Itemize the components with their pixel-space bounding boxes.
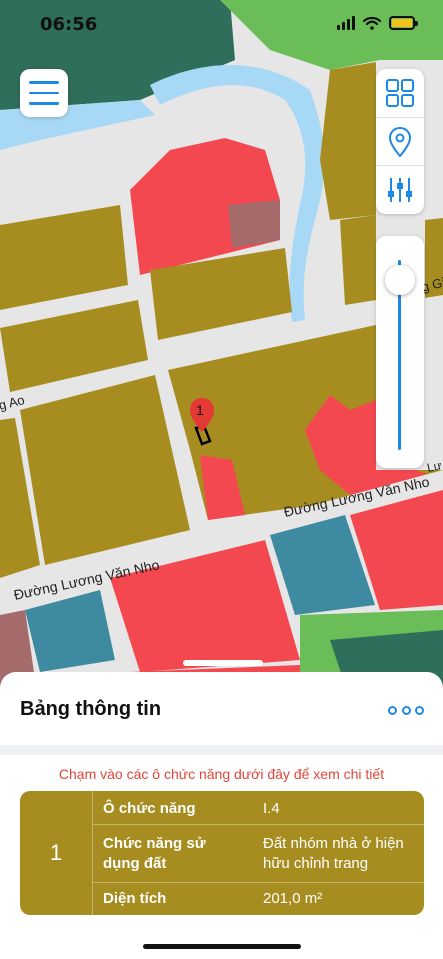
more-dots-icon[interactable] — [388, 700, 424, 720]
panel-divider — [0, 745, 443, 755]
sheet-grabber[interactable] — [183, 660, 263, 666]
status-bar: 06:56 — [0, 0, 443, 50]
row-value: 201,0 m² — [263, 890, 323, 907]
marker-number: 1 — [196, 402, 204, 418]
row-value: I.4 — [263, 800, 280, 817]
zoom-thumb[interactable] — [385, 265, 415, 295]
grid-layers-icon[interactable] — [376, 69, 424, 117]
road-label-lu: Lư — [426, 458, 443, 475]
sliders-icon[interactable] — [376, 165, 424, 213]
function-cell-card[interactable]: 1 Ô chức năng I.4 Chức năng sử dụng đất … — [20, 791, 424, 915]
home-indicator — [143, 944, 301, 949]
panel-hint: Chạm vào các ô chức năng dưới đây để xem… — [58, 766, 385, 782]
info-panel: Bảng thông tin Chạm vào các ô chức năng … — [0, 672, 443, 959]
row-label: Ô chức năng — [103, 800, 196, 817]
card-row-land-use: Chức năng sử dụng đất Đất nhóm nhà ở hiệ… — [93, 825, 424, 883]
hamburger-menu-icon[interactable] — [20, 69, 68, 117]
row-value: Đất nhóm nhà ở hiện hữu chỉnh trang — [263, 835, 404, 872]
cellular-signal-icon — [337, 16, 355, 30]
zoom-slider[interactable] — [376, 236, 424, 468]
map-tools — [376, 69, 424, 214]
status-time: 06:56 — [40, 14, 98, 35]
wifi-icon — [363, 16, 381, 30]
panel-title: Bảng thông tin — [20, 698, 162, 720]
row-label: Diện tích — [103, 890, 167, 907]
row-label: Chức năng sử dụng đất — [103, 835, 206, 872]
location-pin-icon[interactable] — [376, 117, 424, 165]
card-index: 1 — [20, 791, 93, 915]
status-icons — [337, 16, 418, 30]
card-row-area: Diện tích 201,0 m² — [93, 883, 424, 915]
battery-icon — [389, 16, 418, 30]
card-row-function-cell: Ô chức năng I.4 — [93, 791, 424, 825]
